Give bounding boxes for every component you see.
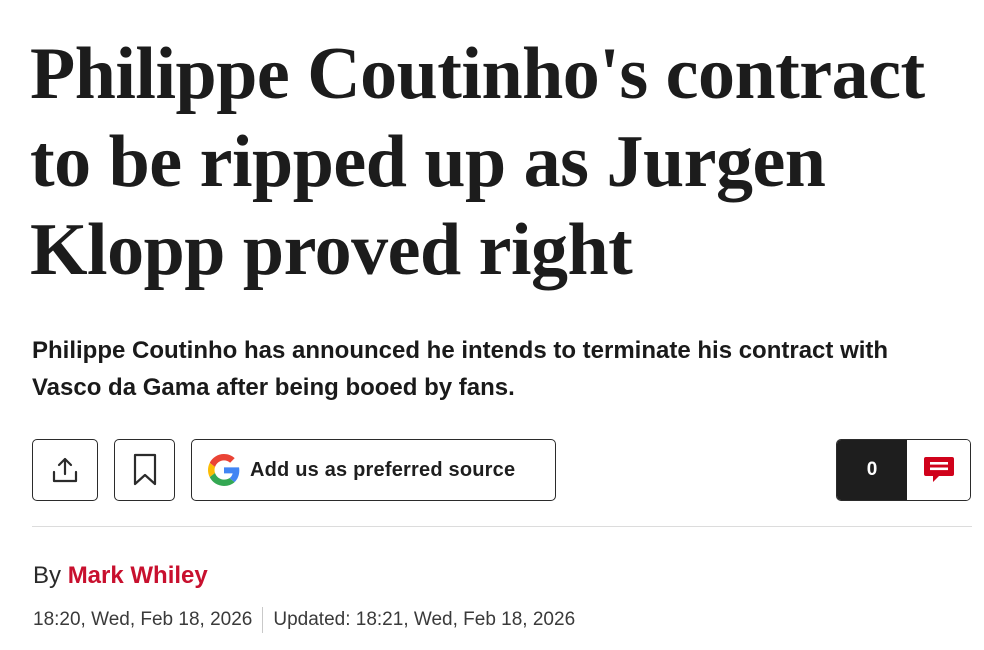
- article-standfirst: Philippe Coutinho has announced he inten…: [32, 337, 889, 401]
- article-dates: 18:20, Wed, Feb 18, 2026 Updated: 18:21,…: [33, 605, 575, 635]
- speech-bubble-icon: [923, 457, 954, 482]
- share-button[interactable]: [32, 439, 98, 501]
- article-headline: Philippe Coutinho's contract to be rippe…: [30, 33, 925, 291]
- byline: By Mark Whiley: [33, 561, 208, 591]
- bookmark-icon: [133, 453, 156, 486]
- bookmark-button[interactable]: [114, 439, 175, 501]
- byline-divider: [32, 526, 972, 527]
- comment-count: 0: [837, 440, 907, 500]
- author-link[interactable]: Mark Whiley: [68, 562, 208, 589]
- published-date: 18:20, Wed, Feb 18, 2026: [33, 609, 253, 630]
- date-separator: [262, 607, 264, 633]
- share-upload-icon: [52, 457, 78, 483]
- preferred-source-label: Add us as preferred source: [250, 458, 516, 481]
- add-preferred-source-button[interactable]: Add us as preferred source: [191, 439, 556, 501]
- article-toolbar: Add us as preferred source 0: [32, 439, 972, 501]
- byline-prefix: By: [33, 562, 62, 589]
- updated-date: Updated: 18:21, Wed, Feb 18, 2026: [273, 609, 576, 630]
- google-g-icon: [208, 454, 240, 486]
- comments-button[interactable]: 0: [836, 439, 971, 501]
